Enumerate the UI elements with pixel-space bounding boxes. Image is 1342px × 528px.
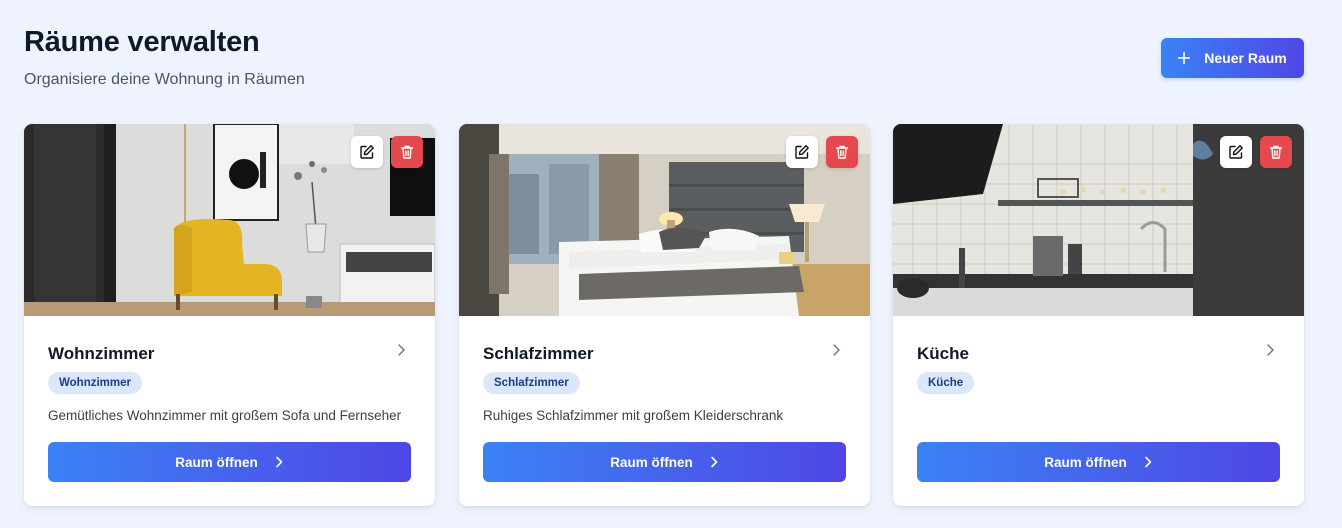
chevron-right-icon[interactable] <box>1265 343 1275 357</box>
chevron-right-icon[interactable] <box>831 343 841 357</box>
chevron-right-icon <box>275 456 283 468</box>
trash-icon <box>400 145 414 159</box>
room-image-living-room <box>24 124 435 316</box>
delete-room-button[interactable] <box>1260 136 1292 168</box>
open-room-label: Raum öffnen <box>1044 454 1127 470</box>
plus-icon <box>1178 52 1191 64</box>
edit-icon <box>1229 145 1243 159</box>
delete-room-button[interactable] <box>826 136 858 168</box>
new-room-label: Neuer Raum <box>1204 50 1287 66</box>
room-name: Wohnzimmer <box>48 344 155 363</box>
room-description: Ruhiges Schlafzimmer mit großem Kleiders… <box>483 408 784 423</box>
room-card-kueche[interactable]: Küche Küche Raum öffnen <box>893 124 1304 506</box>
open-room-button[interactable]: Raum öffnen <box>48 442 411 482</box>
edit-icon <box>360 145 374 159</box>
trash-icon <box>1269 145 1283 159</box>
trash-icon <box>835 145 849 159</box>
room-type-badge: Schlafzimmer <box>483 372 580 394</box>
edit-room-button[interactable] <box>1220 136 1252 168</box>
chevron-right-icon <box>1144 456 1152 468</box>
room-type-badge: Wohnzimmer <box>48 372 142 394</box>
open-room-button[interactable]: Raum öffnen <box>483 442 846 482</box>
room-image-kitchen <box>893 124 1304 316</box>
room-type-badge: Küche <box>917 372 975 394</box>
room-card-wohnzimmer[interactable]: Wohnzimmer Wohnzimmer Gemütliches Wohnzi… <box>24 124 435 506</box>
room-card-schlafzimmer[interactable]: Schlafzimmer Schlafzimmer Ruhiges Schlaf… <box>459 124 870 506</box>
room-name: Küche <box>917 344 969 363</box>
open-room-label: Raum öffnen <box>175 454 258 470</box>
chevron-right-icon <box>710 456 718 468</box>
page-title: Räume verwalten <box>24 26 260 58</box>
new-room-button[interactable]: Neuer Raum <box>1161 38 1304 78</box>
room-name: Schlafzimmer <box>483 344 594 363</box>
edit-room-button[interactable] <box>786 136 818 168</box>
edit-room-button[interactable] <box>351 136 383 168</box>
open-room-label: Raum öffnen <box>610 454 693 470</box>
room-description: Gemütliches Wohnzimmer mit großem Sofa u… <box>48 408 402 423</box>
open-room-button[interactable]: Raum öffnen <box>917 442 1280 482</box>
page-subtitle: Organisiere deine Wohnung in Räumen <box>24 71 305 88</box>
chevron-right-icon[interactable] <box>396 343 406 357</box>
room-image-bedroom <box>459 124 870 316</box>
edit-icon <box>795 145 809 159</box>
delete-room-button[interactable] <box>391 136 423 168</box>
